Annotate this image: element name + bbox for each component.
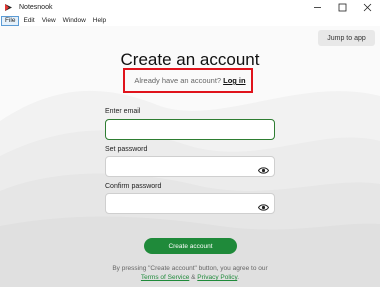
create-account-button[interactable]: Create account bbox=[144, 238, 237, 254]
show-password-icon[interactable] bbox=[257, 162, 270, 174]
menu-help[interactable]: Help bbox=[90, 16, 109, 26]
close-button[interactable] bbox=[355, 0, 380, 15]
terms-of-service-link[interactable]: Terms of Service bbox=[141, 274, 189, 281]
login-link[interactable]: Log in bbox=[223, 76, 246, 85]
confirm-password-field[interactable] bbox=[105, 193, 275, 214]
terms-ampersand: & bbox=[191, 274, 196, 281]
password-label: Set password bbox=[105, 146, 148, 153]
email-label: Enter email bbox=[105, 108, 141, 115]
terms-period: . bbox=[237, 274, 240, 281]
notesnook-logo-icon bbox=[4, 3, 13, 12]
menu-view[interactable]: View bbox=[39, 16, 59, 26]
terms-text: By pressing "Create account" button, you… bbox=[112, 265, 268, 272]
menu-window[interactable]: Window bbox=[60, 16, 89, 26]
title-bar: Notesnook bbox=[0, 0, 380, 15]
login-prompt-text: Already have an account? bbox=[134, 76, 222, 85]
password-field[interactable] bbox=[105, 156, 275, 177]
window-controls bbox=[305, 0, 380, 15]
page-title: Create an account bbox=[120, 50, 260, 69]
login-prompt: Already have an account? Log in bbox=[0, 76, 380, 85]
jump-to-app-button[interactable]: Jump to app bbox=[318, 30, 375, 46]
signup-page: Jump to app Create an account Already ha… bbox=[0, 26, 380, 287]
email-field[interactable] bbox=[105, 119, 275, 140]
menu-file[interactable]: File bbox=[1, 15, 20, 26]
confirm-password-label: Confirm password bbox=[105, 183, 162, 190]
menu-edit[interactable]: Edit bbox=[20, 16, 37, 26]
menu-bar: File Edit View Window Help bbox=[0, 15, 380, 26]
minimize-button[interactable] bbox=[305, 0, 330, 15]
privacy-policy-link[interactable]: Privacy Policy bbox=[197, 274, 237, 281]
window-title: Notesnook bbox=[19, 4, 53, 11]
terms-links: Terms of Service & Privacy Policy. bbox=[0, 274, 380, 281]
show-confirm-password-icon[interactable] bbox=[257, 199, 270, 211]
maximize-button[interactable] bbox=[330, 0, 355, 15]
